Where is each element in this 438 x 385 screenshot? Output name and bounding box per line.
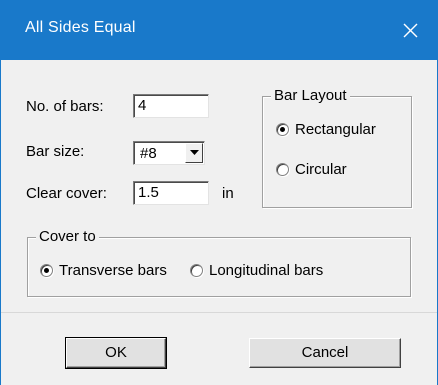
circular-label: Circular xyxy=(295,161,347,178)
longitudinal-bars-radio[interactable]: Longitudinal bars xyxy=(190,261,390,281)
radio-button[interactable] xyxy=(190,264,203,277)
circular-radio[interactable]: Circular xyxy=(276,160,406,180)
bar-size-value: #8 xyxy=(140,145,157,162)
bar-layout-legend: Bar Layout xyxy=(271,87,350,104)
rectangular-label: Rectangular xyxy=(295,121,376,138)
transverse-bars-radio[interactable]: Transverse bars xyxy=(40,261,188,281)
radio-button[interactable] xyxy=(40,264,53,277)
radio-button[interactable] xyxy=(276,163,289,176)
bar-size-label: Bar size: xyxy=(26,143,85,160)
close-icon xyxy=(403,23,418,38)
bar-size-select[interactable]: #8 xyxy=(133,141,205,165)
ok-button[interactable]: OK xyxy=(65,337,167,369)
transverse-bars-label: Transverse bars xyxy=(59,262,167,279)
radio-selected-dot xyxy=(44,268,49,273)
window-title: All Sides Equal xyxy=(25,19,136,36)
bar-size-dropdown-button[interactable] xyxy=(185,143,203,163)
clear-cover-input[interactable]: 1.5 xyxy=(133,181,209,205)
num-bars-label: No. of bars: xyxy=(26,98,104,115)
chevron-down-icon xyxy=(190,150,199,155)
rectangular-radio[interactable]: Rectangular xyxy=(276,120,406,140)
cover-to-group: Cover to Transverse bars Longitudinal ba… xyxy=(27,228,411,297)
divider xyxy=(1,312,437,313)
radio-button[interactable] xyxy=(276,123,289,136)
window-border-left xyxy=(0,0,1,385)
longitudinal-bars-label: Longitudinal bars xyxy=(209,262,324,279)
cancel-button[interactable]: Cancel xyxy=(249,338,401,368)
radio-selected-dot xyxy=(280,127,285,132)
dialog-body: No. of bars: 4 Bar size: #8 Clear cover:… xyxy=(1,60,437,385)
cover-to-legend: Cover to xyxy=(36,228,99,245)
title-bar: All Sides Equal xyxy=(0,0,438,60)
close-button[interactable] xyxy=(390,10,430,50)
num-bars-input[interactable]: 4 xyxy=(133,94,209,118)
dialog-window: All Sides Equal No. of bars: 4 Bar size:… xyxy=(0,0,438,385)
clear-cover-label: Clear cover: xyxy=(26,185,107,202)
clear-cover-unit: in xyxy=(222,185,234,202)
bar-layout-group: Bar Layout Rectangular Circular xyxy=(262,87,412,208)
